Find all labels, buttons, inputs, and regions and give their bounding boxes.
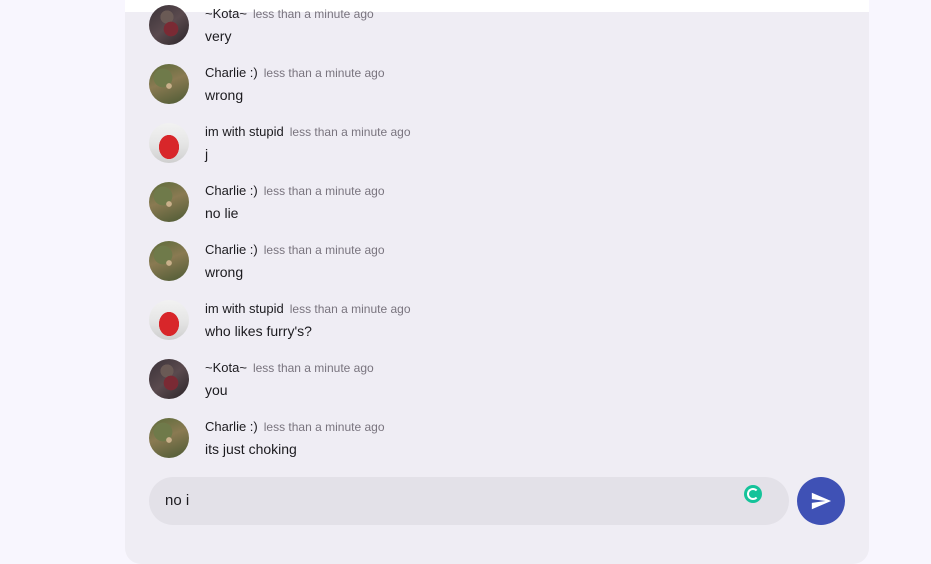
message-text: you: [205, 382, 228, 398]
grammarly-icon[interactable]: [744, 485, 762, 503]
message-meta: ~Kota~ less than a minute ago: [205, 359, 374, 377]
avatar[interactable]: [149, 5, 189, 45]
avatar[interactable]: [149, 359, 189, 399]
message-timestamp: less than a minute ago: [263, 420, 385, 434]
message-item: Charlie :) less than a minute ago wrong: [149, 64, 849, 123]
message-item: im with stupid less than a minute ago who …: [149, 300, 849, 359]
avatar[interactable]: [149, 123, 189, 163]
message-username[interactable]: Charlie :): [205, 419, 258, 434]
message-meta: im with stupid less than a minute ago: [205, 123, 411, 141]
message-text: j: [205, 146, 209, 162]
message-timestamp: less than a minute ago: [289, 125, 411, 139]
message-text: who likes furry's?: [205, 323, 312, 339]
message-timestamp: less than a minute ago: [263, 184, 385, 198]
message-timestamp: less than a minute ago: [263, 66, 385, 80]
message-username[interactable]: im with stupid: [205, 124, 284, 139]
message-meta: Charlie :) less than a minute ago: [205, 64, 385, 82]
message-username[interactable]: Charlie :): [205, 65, 258, 80]
send-icon: [811, 492, 832, 510]
message-meta: Charlie :) less than a minute ago: [205, 182, 385, 200]
send-button[interactable]: [797, 477, 845, 525]
message-timestamp: less than a minute ago: [252, 361, 374, 375]
message-text: very: [205, 28, 232, 44]
message-username[interactable]: Charlie :): [205, 242, 258, 257]
message-input[interactable]: [165, 477, 725, 525]
message-item: Charlie :) less than a minute ago no lie: [149, 182, 849, 241]
message-text: its just choking: [205, 441, 297, 457]
message-meta: Charlie :) less than a minute ago: [205, 418, 385, 436]
message-composer[interactable]: [149, 477, 789, 525]
message-text: wrong: [205, 87, 244, 103]
message-item: im with stupid less than a minute ago j: [149, 123, 849, 182]
avatar[interactable]: [149, 241, 189, 281]
message-username[interactable]: Charlie :): [205, 183, 258, 198]
message-item: ~Kota~ less than a minute ago you: [149, 359, 849, 418]
message-timestamp: less than a minute ago: [252, 7, 374, 21]
avatar[interactable]: [149, 64, 189, 104]
message-text: wrong: [205, 264, 244, 280]
message-username[interactable]: ~Kota~: [205, 6, 247, 21]
avatar[interactable]: [149, 418, 189, 458]
message-item: Charlie :) less than a minute ago its just…: [149, 418, 849, 477]
avatar[interactable]: [149, 300, 189, 340]
message-meta: ~Kota~ less than a minute ago: [205, 5, 374, 23]
message-username[interactable]: ~Kota~: [205, 360, 247, 375]
message-item: ~Kota~ less than a minute ago very: [149, 5, 849, 64]
message-username[interactable]: im with stupid: [205, 301, 284, 316]
message-meta: im with stupid less than a minute ago: [205, 300, 411, 318]
message-text: no lie: [205, 205, 239, 221]
message-item: Charlie :) less than a minute ago wrong: [149, 241, 849, 300]
message-timestamp: less than a minute ago: [263, 243, 385, 257]
message-timestamp: less than a minute ago: [289, 302, 411, 316]
message-meta: Charlie :) less than a minute ago: [205, 241, 385, 259]
avatar[interactable]: [149, 182, 189, 222]
